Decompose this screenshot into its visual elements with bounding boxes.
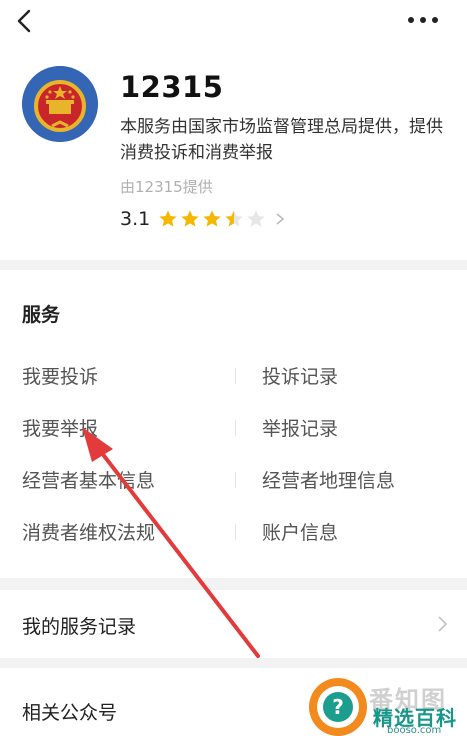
star-icon xyxy=(181,210,199,227)
service-consumer-rights-laws[interactable]: 消费者维权法规 xyxy=(22,518,155,545)
star-icon xyxy=(159,210,177,227)
related-official-accounts-label: 相关公众号 xyxy=(22,702,118,724)
star-icon xyxy=(247,210,265,227)
services-section: 服务 我要投诉 投诉记录 我要举报 举报记录 经营者基本信息 经营者地理信息 消… xyxy=(0,270,467,578)
watermark: ? 番知图 精选百科 booso.com xyxy=(305,672,467,736)
app-description: 本服务由国家市场监督管理总局提供，提供消费投诉和消费举报 xyxy=(120,117,443,163)
rating-score: 3.1 xyxy=(120,208,151,230)
service-file-report[interactable]: 我要举报 xyxy=(22,414,98,441)
watermark-url: booso.com xyxy=(387,725,442,736)
service-operator-location-info[interactable]: 经营者地理信息 xyxy=(262,466,395,493)
chevron-right-icon xyxy=(276,213,285,225)
star-icon xyxy=(203,210,221,227)
top-bar xyxy=(0,0,467,50)
section-title-services: 服务 xyxy=(22,304,61,326)
question-mark-icon: ? xyxy=(323,692,353,722)
my-service-records-row[interactable]: 我的服务记录 xyxy=(0,590,467,658)
service-report-records[interactable]: 举报记录 xyxy=(262,414,338,441)
chevron-right-icon xyxy=(438,616,448,632)
service-operator-basic-info[interactable]: 经营者基本信息 xyxy=(22,466,155,493)
service-file-complaint[interactable]: 我要投诉 xyxy=(22,362,98,389)
divider xyxy=(235,368,236,384)
national-emblem-logo xyxy=(22,66,98,142)
mini-program-profile: 12315 本服务由国家市场监督管理总局提供，提供消费投诉和消费举报 由1231… xyxy=(0,50,467,260)
divider xyxy=(235,524,236,540)
divider xyxy=(235,472,236,488)
provider-text: 由12315提供 xyxy=(120,178,213,196)
rating-row[interactable]: 3.1 xyxy=(120,206,286,232)
chevron-left-icon[interactable] xyxy=(12,8,38,34)
star-icon xyxy=(225,210,243,227)
star-rating xyxy=(158,209,268,229)
ellipsis-icon[interactable] xyxy=(406,12,440,28)
service-account-info[interactable]: 账户信息 xyxy=(262,518,338,545)
divider xyxy=(235,420,236,436)
my-service-records-label: 我的服务记录 xyxy=(22,616,137,638)
service-complaint-records[interactable]: 投诉记录 xyxy=(262,362,338,389)
app-title: 12315 xyxy=(120,70,224,104)
